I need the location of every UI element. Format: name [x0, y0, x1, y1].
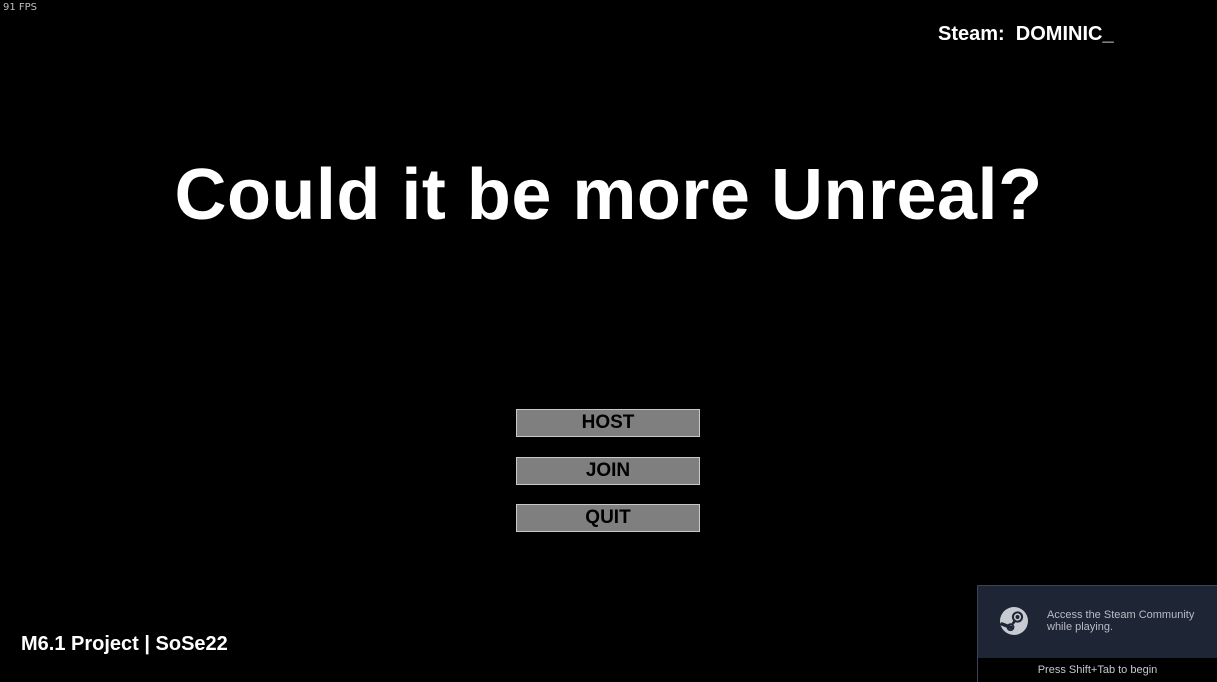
fps-counter: 91 FPS — [3, 2, 38, 13]
steam-logo-icon — [1000, 607, 1028, 635]
steam-username: Steam: DOMINIC_ — [938, 23, 1114, 45]
quit-button[interactable]: QUIT — [516, 504, 700, 532]
steam-overlay-message: Access the Steam Community while playing… — [1047, 609, 1195, 633]
project-label: M6.1 Project | SoSe22 — [21, 633, 228, 655]
steam-overlay-notification[interactable]: Access the Steam Community while playing… — [977, 585, 1217, 682]
game-title: Could it be more Unreal? — [174, 155, 1043, 235]
host-button[interactable]: HOST — [516, 409, 700, 437]
join-button[interactable]: JOIN — [516, 457, 700, 485]
steam-overlay-hint: Press Shift+Tab to begin — [978, 658, 1217, 682]
